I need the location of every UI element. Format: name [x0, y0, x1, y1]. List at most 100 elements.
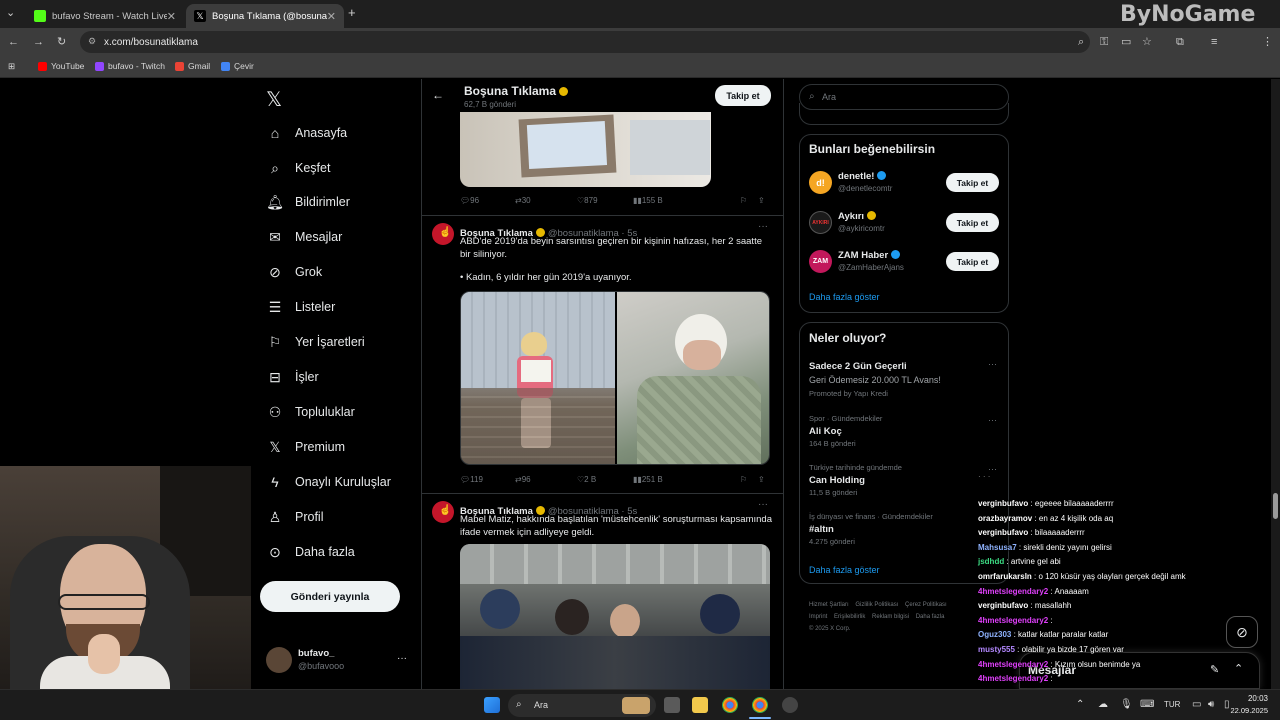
bookmark-star-icon[interactable]: ☆	[1142, 35, 1152, 49]
tweet-image[interactable]	[460, 112, 711, 187]
follow-profile-button[interactable]: Takip et	[715, 85, 771, 106]
nav-profile[interactable]: ♙ Profil	[266, 502, 324, 532]
new-tab-icon[interactable]: +	[348, 6, 356, 20]
suggestion-name[interactable]: ZAM Haber	[838, 250, 903, 261]
suggestion-avatar[interactable]: d!	[809, 171, 832, 194]
follow-button[interactable]: Takip et	[946, 252, 999, 271]
suggestion-name[interactable]: Aykırı	[838, 211, 879, 222]
tweet-more-icon[interactable]: ···	[758, 221, 768, 232]
reply-button[interactable]: 💬︎ 119	[460, 475, 483, 484]
trend-more-icon[interactable]: ···	[988, 415, 997, 425]
retweet-button[interactable]: ⇄ 30	[515, 196, 531, 205]
tweet-avatar[interactable]: ☝	[432, 223, 454, 245]
tweet-more-icon[interactable]: ···	[758, 499, 768, 510]
like-button[interactable]: ♡ 879	[577, 196, 598, 205]
tweet-avatar[interactable]: ☝	[432, 501, 454, 523]
bookmark-twitch[interactable]: bufavo - Twitch	[95, 61, 165, 71]
suggestion-avatar[interactable]: AYKIRI	[809, 211, 832, 234]
trend-more-icon[interactable]: ···	[988, 359, 997, 369]
bookmark-gmail[interactable]: Gmail	[175, 61, 210, 71]
bookmark-youtube[interactable]: YouTube	[38, 61, 84, 71]
app-icon[interactable]	[782, 697, 798, 713]
back-arrow-icon[interactable]: ←	[432, 88, 444, 102]
windows-start-icon[interactable]	[484, 697, 500, 713]
tab-bufavo-stream[interactable]: bufavo Stream - Watch Live on ✕	[26, 4, 184, 28]
tray-overflow-icon[interactable]: ⌃	[1076, 699, 1084, 710]
woman-sitting-photo[interactable]	[461, 292, 615, 464]
site-info-icon[interactable]: ⚙	[88, 36, 96, 47]
microphone-icon[interactable]: 🎙︎	[1120, 699, 1133, 710]
bookmark-button[interactable]: ⚐	[740, 475, 747, 484]
nav-grok[interactable]: ⊘ Grok	[266, 257, 322, 287]
follow-button[interactable]: Takip et	[946, 173, 999, 192]
chrome-icon[interactable]	[722, 697, 738, 713]
reading-list-icon[interactable]: ≡	[1211, 35, 1217, 49]
chrome-active-icon[interactable]	[752, 697, 768, 713]
trend-title[interactable]: Ali Koç	[809, 426, 842, 437]
follow-button[interactable]: Takip et	[946, 213, 999, 232]
x-logo-icon[interactable]: 𝕏	[266, 87, 282, 112]
tab-bosuna-tiklama[interactable]: 𝕏 Boşuna Tıklama (@bosunatiklam ✕	[186, 4, 344, 28]
share-button[interactable]: ⇪	[758, 196, 765, 205]
cast-icon[interactable]: ▭	[1121, 35, 1131, 49]
close-icon[interactable]: ✕	[167, 10, 176, 23]
nav-messages[interactable]: ✉ Mesajlar	[266, 222, 342, 252]
file-explorer-icon[interactable]	[692, 697, 708, 713]
password-key-icon[interactable]: ⚿	[1100, 35, 1108, 49]
menu-kebab-icon[interactable]: ⋮	[1262, 35, 1273, 49]
hospital-bed-photo[interactable]	[617, 292, 769, 464]
forward-icon[interactable]: →	[33, 35, 44, 49]
account-more-icon[interactable]: ···	[397, 653, 407, 664]
like-button[interactable]: ♡ 2 B	[577, 475, 596, 484]
trend-title[interactable]: Can Holding	[809, 475, 865, 486]
show-more-link[interactable]: Daha fazla göster	[809, 292, 880, 302]
clock-date[interactable]: 22.09.2025	[1222, 706, 1268, 715]
nav-verified-orgs[interactable]: ϟ Onaylı Kuruluşlar	[266, 467, 391, 497]
share-button[interactable]: ⇪	[758, 475, 765, 484]
trend-title[interactable]: Sadece 2 Gün Geçerli	[809, 361, 907, 372]
close-icon[interactable]: ✕	[327, 10, 336, 23]
onedrive-icon[interactable]: ☁	[1098, 699, 1108, 710]
address-bar[interactable]: ⚙ x.com/bosunatiklama	[80, 31, 1090, 53]
trends-show-more-link[interactable]: Daha fazla göster	[809, 565, 880, 575]
nav-more[interactable]: ⊙ Daha fazla	[266, 537, 355, 567]
bookmark-button[interactable]: ⚐	[740, 196, 747, 205]
footer-link[interactable]: Imprint	[809, 614, 827, 620]
footer-link[interactable]: Daha fazla	[916, 614, 945, 620]
suggestion-avatar[interactable]: ZAM	[809, 250, 832, 273]
account-avatar[interactable]	[266, 647, 292, 673]
nav-premium[interactable]: 𝕏 Premium	[266, 432, 345, 462]
nav-notifications[interactable]: 🔔︎ Bildirimler	[266, 187, 350, 217]
footer-link[interactable]: Reklam bilgisi	[872, 614, 909, 620]
taskbar-search[interactable]: ⌕ Ara	[508, 694, 656, 717]
nav-bookmarks[interactable]: ⚐ Yer İşaretleri	[266, 327, 365, 357]
nav-home[interactable]: ⌂ Anasayfa	[266, 118, 347, 148]
zoom-icon[interactable]: ⌕	[1078, 35, 1084, 49]
input-language[interactable]: TUR	[1164, 700, 1180, 709]
footer-link[interactable]: Hizmet Şartları	[809, 602, 849, 608]
nav-explore[interactable]: ⌕ Keşfet	[266, 153, 330, 183]
reload-icon[interactable]: ↻	[57, 35, 66, 49]
apps-grid-icon[interactable]: ⊞	[8, 61, 15, 72]
retweet-button[interactable]: ⇄ 96	[515, 475, 531, 484]
views-button[interactable]: ▮▮ 251 B	[633, 475, 663, 484]
network-icon[interactable]: ▭	[1192, 699, 1201, 710]
volume-icon[interactable]: 🔊︎	[1208, 699, 1214, 710]
suggestion-name[interactable]: denetle!	[838, 171, 889, 182]
tab-search-icon[interactable]: ⌄	[6, 6, 15, 20]
post-button[interactable]: Gönderi yayınla	[260, 581, 400, 612]
nav-lists[interactable]: ☰ Listeler	[266, 292, 336, 322]
views-button[interactable]: ▮▮ 155 B	[633, 196, 663, 205]
footer-link[interactable]: Erişilebilirlik	[834, 614, 865, 620]
tweet-media-grid[interactable]	[460, 291, 770, 465]
extensions-icon[interactable]: ⧉	[1176, 35, 1184, 49]
tweet-video-thumbnail[interactable]	[460, 544, 770, 689]
task-view-icon[interactable]	[664, 697, 680, 713]
back-icon[interactable]: ←	[8, 35, 19, 49]
footer-link[interactable]: Çerez Politikası	[905, 602, 947, 608]
trend-title[interactable]: #altın	[809, 524, 834, 535]
reply-button[interactable]: 💬︎ 96	[460, 196, 479, 205]
footer-link[interactable]: Gizlilik Politikası	[855, 602, 898, 608]
nav-jobs[interactable]: ⊟ İşler	[266, 362, 319, 392]
clock-time[interactable]: 20:03	[1228, 694, 1268, 703]
